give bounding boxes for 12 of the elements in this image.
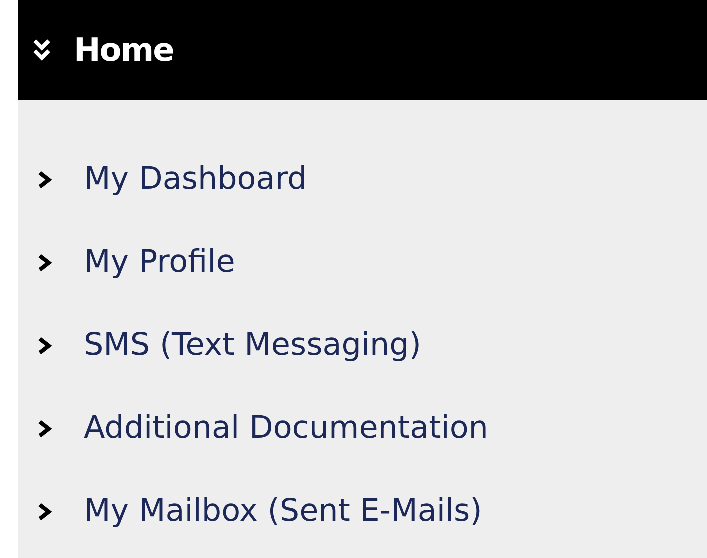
double-chevron-icon[interactable]: [32, 37, 52, 63]
menu-link[interactable]: SMS (Text Messaging): [18, 304, 707, 387]
chevron-icon: [36, 334, 54, 356]
menu-link[interactable]: Additional Documentation: [18, 387, 707, 470]
menu-link[interactable]: My Dashboard: [18, 138, 707, 221]
chevron-icon: [36, 252, 54, 274]
chevron-icon: [36, 500, 54, 522]
menu-link[interactable]: My Profile: [18, 221, 707, 304]
chevron-icon: [36, 168, 54, 190]
chevron-icon: [36, 418, 54, 440]
menu-link[interactable]: My Mailbox (Sent E-Mails): [18, 470, 707, 553]
menu-title[interactable]: Home: [74, 26, 174, 74]
